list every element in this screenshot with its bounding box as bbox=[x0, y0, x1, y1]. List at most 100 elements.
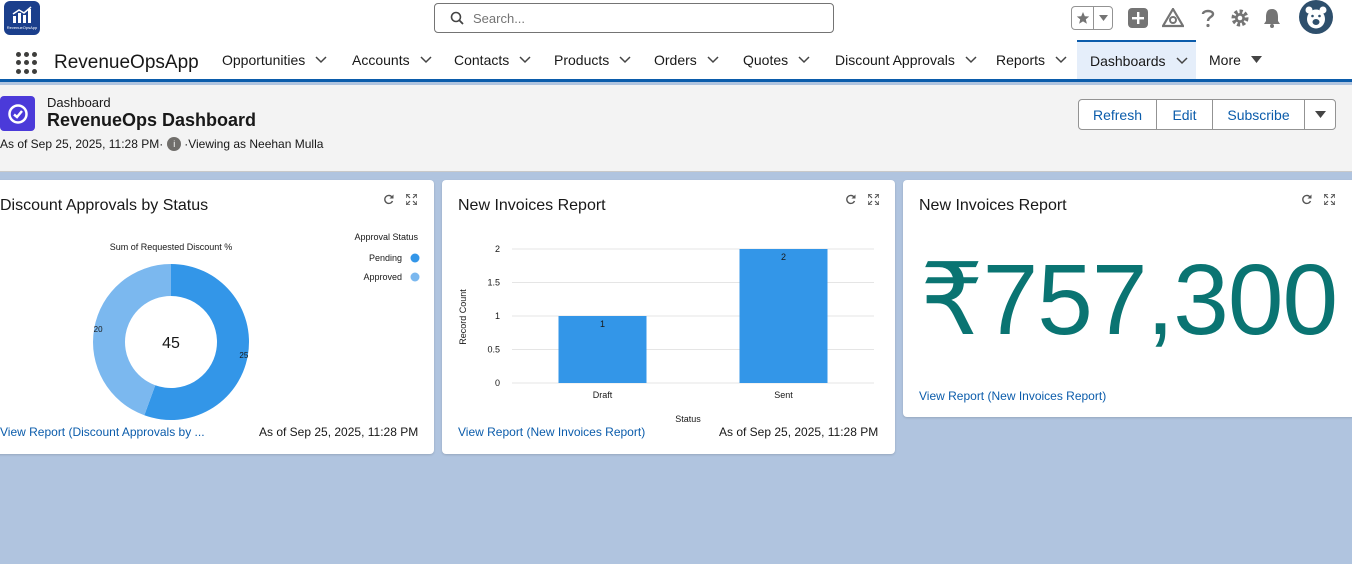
expand-icon[interactable] bbox=[1324, 194, 1335, 205]
viewing-as-label: ·Viewing as Neehan Mulla bbox=[184, 137, 324, 151]
nav-item-contacts[interactable]: Contacts bbox=[454, 40, 531, 79]
setup-gear-icon[interactable] bbox=[1230, 8, 1250, 28]
dashboard-meta: As of Sep 25, 2025, 11:28 PM· i ·Viewing… bbox=[0, 137, 323, 151]
view-report-link[interactable]: View Report (New Invoices Report) bbox=[458, 425, 645, 439]
caret-down-icon bbox=[1098, 15, 1108, 21]
help-icon[interactable] bbox=[1200, 8, 1216, 28]
nav-item-opportunities[interactable]: Opportunities bbox=[222, 40, 327, 79]
nav-item-quotes[interactable]: Quotes bbox=[743, 40, 810, 79]
global-search[interactable]: Search... bbox=[434, 3, 834, 33]
chevron-down-icon[interactable] bbox=[315, 55, 327, 64]
y-tick-label: 0 bbox=[495, 378, 500, 388]
favorite-star-button[interactable] bbox=[1072, 7, 1094, 29]
expand-icon[interactable] bbox=[406, 194, 417, 205]
more-actions-button[interactable] bbox=[1305, 100, 1335, 129]
slice-value-label: 25 bbox=[239, 351, 248, 360]
chart-bars: 1 Draft 2 Sent bbox=[558, 249, 828, 400]
expand-icon[interactable] bbox=[868, 194, 879, 205]
global-create-icon[interactable] bbox=[1128, 8, 1148, 28]
view-report-link[interactable]: View Report (Discount Approvals by ... bbox=[0, 425, 205, 439]
user-avatar[interactable] bbox=[1299, 0, 1333, 34]
view-report-link[interactable]: View Report (New Invoices Report) bbox=[919, 389, 1106, 403]
chevron-down-icon[interactable] bbox=[1175, 56, 1188, 65]
y-tick-label: 1.5 bbox=[487, 278, 500, 288]
x-tick-label: Draft bbox=[593, 390, 613, 400]
bar-value-label: 2 bbox=[781, 252, 786, 262]
nav-item-products[interactable]: Products bbox=[554, 40, 631, 79]
card-title: New Invoices Report bbox=[458, 197, 606, 214]
legend-item-approved: Approved bbox=[363, 272, 402, 282]
object-type-label: Dashboard bbox=[47, 95, 111, 110]
logo-text: RevenueOpsApp bbox=[6, 25, 38, 30]
search-placeholder: Search... bbox=[473, 11, 526, 26]
star-icon bbox=[1076, 12, 1089, 24]
nav-item-reports[interactable]: Reports bbox=[996, 40, 1067, 79]
dashboard-card-new-invoices-chart: New Invoices Report 0 0.5 1 1.5 2 1 Draft 2 Sen… bbox=[442, 180, 895, 454]
favorites-dropdown-button[interactable] bbox=[1094, 7, 1112, 29]
card-title: New Invoices Report bbox=[919, 197, 1067, 214]
donut-center-total: 45 bbox=[162, 335, 180, 352]
app-name: RevenueOpsApp bbox=[54, 52, 199, 73]
nav-item-discount-approvals[interactable]: Discount Approvals bbox=[835, 40, 977, 79]
chevron-down-icon[interactable] bbox=[965, 55, 977, 64]
card-as-of: As of Sep 25, 2025, 11:28 PM bbox=[719, 425, 879, 439]
dashboard-actions: Refresh Edit Subscribe bbox=[1078, 99, 1336, 130]
chevron-down-icon[interactable] bbox=[707, 55, 719, 64]
chart-logo-icon bbox=[12, 6, 32, 23]
chevron-down-icon[interactable] bbox=[1055, 55, 1067, 64]
refresh-icon[interactable] bbox=[1301, 194, 1312, 205]
info-icon[interactable]: i bbox=[167, 137, 182, 151]
nav-item-dashboards[interactable]: Dashboards bbox=[1077, 40, 1196, 79]
bear-avatar-icon bbox=[1305, 6, 1327, 29]
chart-legend: Pending Approved bbox=[363, 253, 420, 282]
nav-item-accounts[interactable]: Accounts bbox=[352, 40, 432, 79]
chevron-down-icon[interactable] bbox=[619, 55, 631, 64]
refresh-icon[interactable] bbox=[383, 194, 394, 205]
slice-value-label: 20 bbox=[94, 325, 103, 334]
trailhead-icon[interactable] bbox=[1162, 8, 1184, 28]
dashboard-card-new-invoices-metric: New Invoices Report ₹757,300 View Report… bbox=[903, 180, 1352, 417]
nav-item-more[interactable]: More bbox=[1209, 40, 1262, 79]
y-tick-label: 1 bbox=[495, 311, 500, 321]
card-title: Discount Approvals by Status bbox=[0, 197, 209, 214]
legend-swatch bbox=[410, 272, 420, 282]
y-tick-label: 0.5 bbox=[487, 345, 500, 355]
card-actions bbox=[845, 194, 879, 205]
chevron-down-icon[interactable] bbox=[420, 55, 432, 64]
search-icon bbox=[450, 11, 464, 25]
metric-value: ₹757,300 bbox=[920, 244, 1338, 356]
x-axis-label: Status bbox=[675, 414, 701, 424]
as-of-timestamp: As of Sep 25, 2025, 11:28 PM· bbox=[0, 137, 164, 151]
refresh-icon[interactable] bbox=[845, 194, 856, 205]
subscribe-button[interactable]: Subscribe bbox=[1213, 100, 1305, 129]
nav-item-orders[interactable]: Orders bbox=[654, 40, 719, 79]
chevron-down-icon[interactable] bbox=[798, 55, 810, 64]
card-actions bbox=[383, 194, 417, 205]
chart-title: Sum of Requested Discount % bbox=[110, 242, 233, 252]
donut-chart: Sum of Requested Discount % Approval Sta… bbox=[93, 232, 420, 420]
caret-down-icon bbox=[1314, 111, 1326, 118]
legend-item-pending: Pending bbox=[369, 253, 402, 263]
global-header: RevenueOpsApp Search... bbox=[0, 0, 1352, 40]
card-actions bbox=[1301, 194, 1335, 205]
x-tick-label: Sent bbox=[774, 390, 793, 400]
y-tick-label: 2 bbox=[495, 244, 500, 254]
chevron-down-icon[interactable] bbox=[519, 55, 531, 64]
refresh-button[interactable]: Refresh bbox=[1079, 100, 1157, 129]
legend-swatch bbox=[410, 253, 420, 263]
bar-chart: 0 0.5 1 1.5 2 1 Draft 2 Sent Record Count Statu… bbox=[458, 244, 874, 424]
app-navigation-bar: RevenueOpsApp Opportunities Accounts Con… bbox=[0, 40, 1352, 82]
app-logo[interactable]: RevenueOpsApp bbox=[4, 1, 40, 35]
notifications-bell-icon[interactable] bbox=[1262, 8, 1282, 28]
legend-title: Approval Status bbox=[354, 232, 418, 242]
bar-sent[interactable] bbox=[739, 249, 828, 383]
favorites-group bbox=[1071, 6, 1113, 30]
caret-down-icon[interactable] bbox=[1250, 56, 1262, 63]
dashboard-header: Dashboard RevenueOps Dashboard As of Sep… bbox=[0, 85, 1352, 172]
page-title: RevenueOps Dashboard bbox=[47, 110, 257, 130]
y-axis-label: Record Count bbox=[458, 289, 468, 345]
dashboard-icon bbox=[0, 96, 35, 131]
bar-value-label: 1 bbox=[600, 319, 605, 329]
edit-button[interactable]: Edit bbox=[1157, 100, 1213, 129]
app-launcher-icon[interactable] bbox=[16, 52, 38, 74]
